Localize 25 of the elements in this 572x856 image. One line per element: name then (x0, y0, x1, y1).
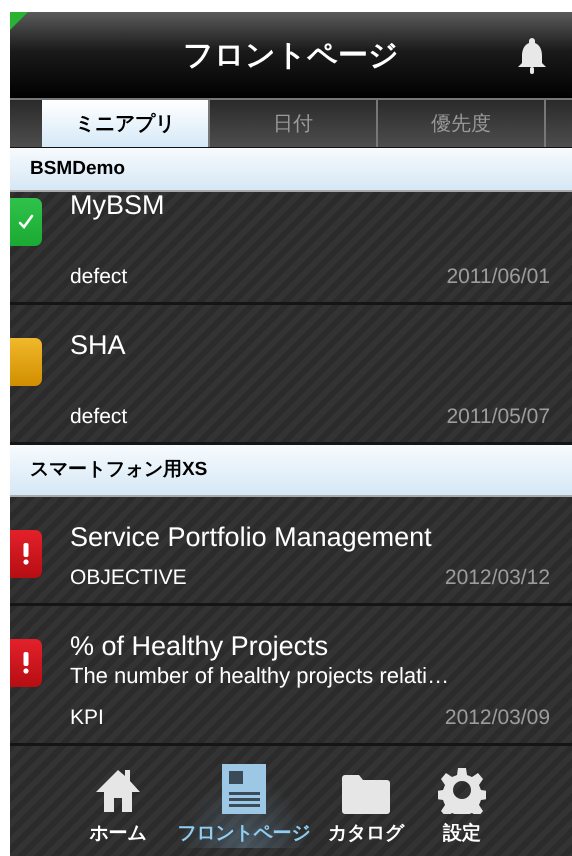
header-title: フロントページ (183, 38, 399, 74)
item-type: KPI (70, 705, 104, 731)
item-title: MyBSM (70, 192, 166, 221)
segment-tab[interactable]: ミニアプリ (42, 100, 210, 147)
bell-icon (517, 37, 547, 75)
item-type: defect (70, 264, 128, 290)
item-description: The number of healthy projects relati… (70, 662, 450, 690)
section-title: BSMDemo (30, 156, 126, 181)
item-type: defect (70, 404, 128, 430)
item-title: % of Healthy Projects (70, 630, 330, 662)
item-title: SHA (70, 329, 127, 361)
section-title: スマートフォン用XS (30, 458, 208, 482)
bottom-tab[interactable]: カタログ (318, 774, 414, 848)
item-date: 2011/06/01 (446, 264, 550, 290)
bottom-tab[interactable]: 設定 (414, 766, 510, 848)
item-date: 2012/03/12 (444, 565, 550, 591)
corner-flag-icon (10, 12, 28, 30)
item-type: OBJECTIVE (70, 565, 187, 591)
bottom-tab[interactable]: ホーム (66, 766, 170, 848)
item-date: 2012/03/09 (444, 705, 550, 731)
folder-icon (342, 774, 390, 814)
document-icon (222, 764, 266, 814)
item-date: 2011/05/07 (446, 404, 550, 430)
item-title: Service Portfolio Management (70, 521, 433, 553)
gear-icon (438, 766, 486, 814)
